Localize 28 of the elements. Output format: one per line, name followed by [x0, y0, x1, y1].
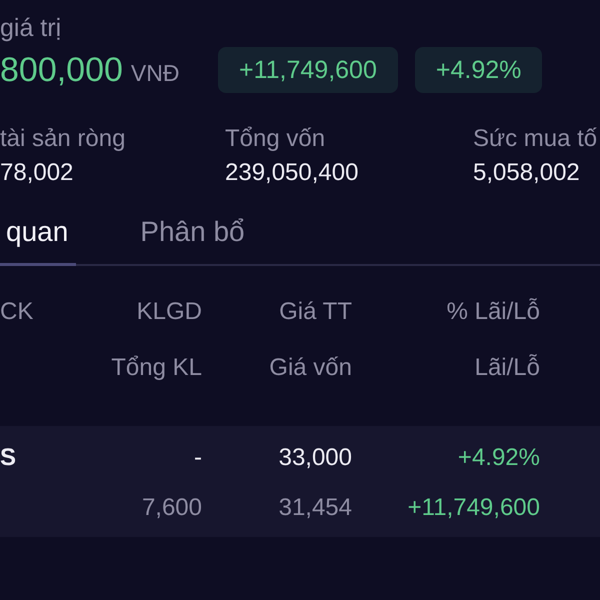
- currency-label: VNĐ: [130, 60, 180, 87]
- table-cell: 7,600: [142, 494, 202, 522]
- change-amount-badge: +11,749,600: [218, 47, 398, 93]
- holding-row[interactable]: S - 33,000 +4.92% 7,600 31,454 +11,749,600: [0, 426, 600, 537]
- column-header: Giá vốn: [269, 354, 352, 382]
- column-header: Lãi/Lỗ: [474, 354, 540, 382]
- portfolio-title: giá trị: [0, 13, 62, 43]
- stat-value: 78,002: [0, 158, 74, 188]
- stat-label: Sức mua tố: [473, 124, 598, 154]
- column-header: KLGD: [136, 298, 202, 326]
- stat-label: Tổng vốn: [225, 124, 326, 154]
- table-cell: +4.92%: [458, 444, 540, 472]
- stat-label: tài sản ròng: [0, 124, 126, 154]
- tab[interactable]: quan: [0, 202, 76, 266]
- stat-value: 239,050,400: [225, 158, 358, 188]
- tab[interactable]: Phân bổ: [132, 202, 253, 266]
- portfolio-value: 800,000: [0, 50, 123, 90]
- stock-symbol: S: [0, 444, 16, 472]
- column-header: Tổng KL: [111, 354, 202, 382]
- change-percent-badge: +4.92%: [414, 47, 542, 93]
- table-cell: 33,000: [278, 444, 352, 472]
- table-cell: -: [194, 444, 202, 472]
- table-cell: +11,749,600: [408, 494, 540, 522]
- column-header: CK: [0, 298, 34, 326]
- column-header: Giá TT: [279, 298, 352, 326]
- column-header: % Lãi/Lỗ: [446, 298, 540, 326]
- stat-value: 5,058,002: [473, 158, 580, 188]
- table-cell: 31,454: [278, 494, 352, 522]
